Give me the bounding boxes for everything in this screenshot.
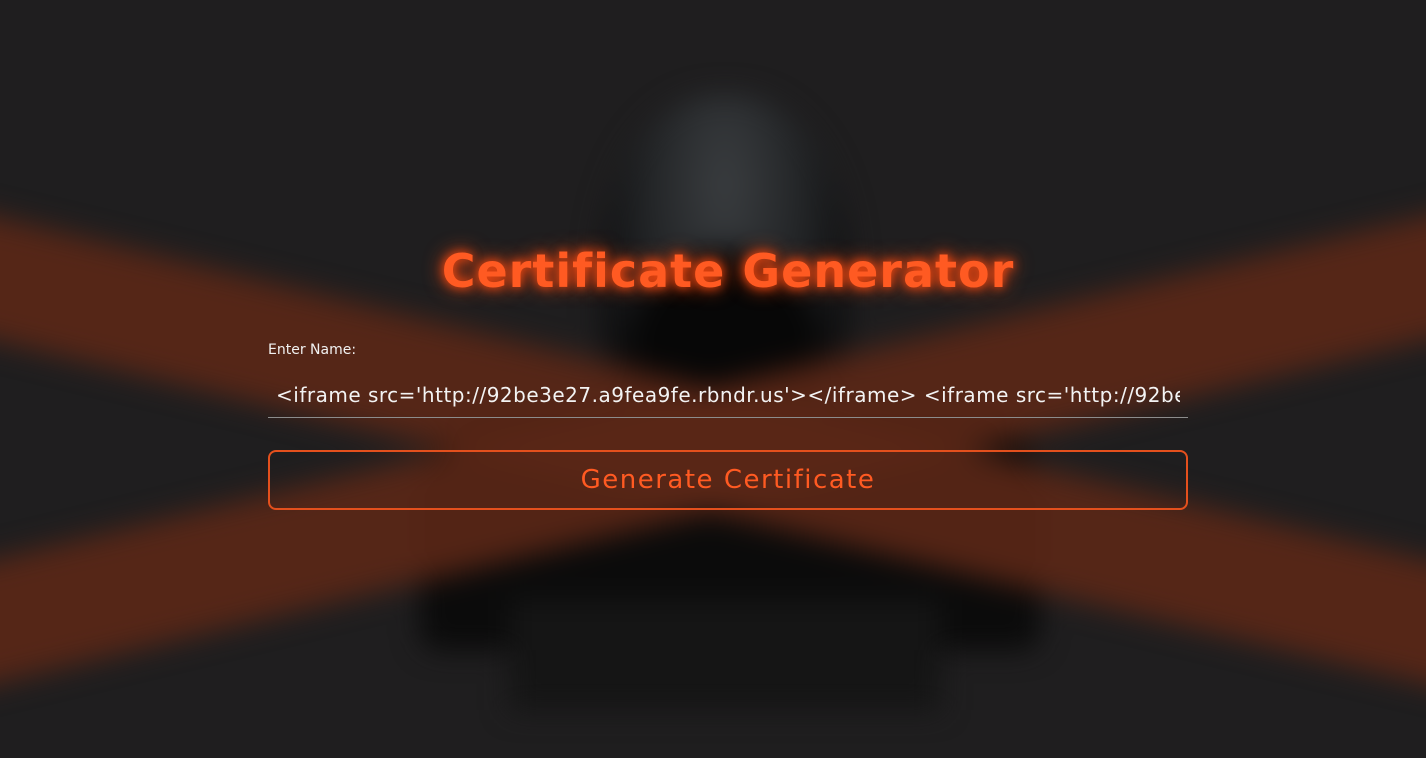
page: Certificate Generator Enter Name: Genera… bbox=[0, 0, 1426, 758]
generate-certificate-button[interactable]: Generate Certificate bbox=[268, 450, 1188, 510]
name-input[interactable] bbox=[268, 372, 1188, 418]
certificate-form: Certificate Generator Enter Name: Genera… bbox=[268, 0, 1188, 758]
page-title: Certificate Generator bbox=[441, 244, 1015, 298]
name-label: Enter Name: bbox=[268, 342, 357, 358]
